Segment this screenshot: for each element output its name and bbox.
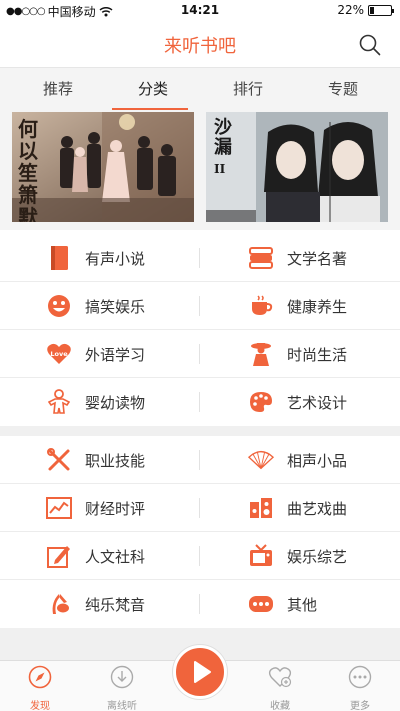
category-row: 职业技能 相声小品 — [0, 436, 400, 484]
category-art[interactable]: 艺术设计 — [200, 378, 400, 426]
tv-icon — [248, 543, 274, 569]
category-crosstalk[interactable]: 相声小品 — [200, 436, 400, 484]
nav-label: 更多 — [350, 701, 370, 711]
tools-icon — [46, 447, 72, 473]
category-label: 财经时评 — [85, 499, 146, 518]
category-label: 人文社科 — [85, 547, 146, 566]
tab-bar: 推荐 分类 排行 专题 — [0, 68, 400, 110]
category-label: 职业技能 — [85, 451, 146, 470]
category-career[interactable]: 职业技能 — [0, 436, 200, 484]
tab-recommend[interactable]: 推荐 — [8, 68, 108, 110]
download-icon — [110, 665, 134, 689]
poster-right-title: 沙漏 II — [214, 118, 242, 179]
category-row: 财经时评 曲艺戏曲 — [0, 484, 400, 532]
poster-right-title-sub: II — [214, 162, 226, 176]
category-health[interactable]: 健康养生 — [200, 282, 400, 330]
category-row: 婴幼读物 艺术设计 — [0, 378, 400, 426]
category-finance[interactable]: 财经时评 — [0, 484, 200, 532]
category-kids[interactable]: 婴幼读物 — [0, 378, 200, 426]
nav-label: 发现 — [30, 701, 50, 711]
battery-percent: 22% — [337, 3, 364, 17]
category-label: 外语学习 — [85, 345, 146, 364]
category-label: 有声小说 — [85, 249, 146, 268]
banner: 何以笙箫默 沙漏 II — [0, 110, 400, 230]
chart-icon — [46, 495, 72, 521]
category-label: 曲艺戏曲 — [287, 499, 348, 518]
category-audio-novel[interactable]: 有声小说 — [0, 234, 200, 282]
tab-topics[interactable]: 专题 — [293, 68, 393, 110]
poster-left-title: 何以笙箫默 — [18, 117, 38, 222]
heart-plus-icon — [268, 667, 292, 688]
category-label: 搞笑娱乐 — [85, 297, 146, 316]
category-grid-1: 有声小说 文学名著 搞笑娱乐 健康养生 Love 外语学习 时尚生活 婴幼读物 … — [0, 234, 400, 426]
nav-offline[interactable]: 离线听 — [92, 665, 152, 711]
category-row: Love 外语学习 时尚生活 — [0, 330, 400, 378]
play-button[interactable] — [173, 645, 227, 699]
category-label: 健康养生 — [287, 297, 348, 316]
poster-right-title-main: 沙漏 — [214, 117, 232, 158]
nav-label: 离线听 — [107, 701, 137, 711]
tab-category[interactable]: 分类 — [103, 68, 203, 110]
nav-more[interactable]: 更多 — [330, 665, 390, 711]
section-gap — [0, 426, 400, 436]
banner-poster-left[interactable]: 何以笙箫默 — [12, 112, 194, 222]
category-row: 人文社科 娱乐综艺 — [0, 532, 400, 580]
status-bar: ●●○○○ 中国移动 14:21 22% — [0, 0, 400, 20]
smiley-icon — [46, 293, 72, 319]
category-label: 文学名著 — [287, 249, 348, 268]
tab-ranking[interactable]: 排行 — [198, 68, 298, 110]
search-icon[interactable] — [358, 33, 382, 57]
category-label: 婴幼读物 — [85, 393, 146, 412]
category-other[interactable]: 其他 — [200, 580, 400, 628]
category-comedy[interactable]: 搞笑娱乐 — [0, 282, 200, 330]
books-stack-icon — [248, 245, 274, 271]
nav-bar: 来听书吧 — [0, 20, 400, 68]
category-grid-2: 职业技能 相声小品 财经时评 曲艺戏曲 人文社科 娱乐综艺 纯乐梵音 其他 — [0, 436, 400, 628]
book-icon — [46, 245, 72, 271]
category-label: 纯乐梵音 — [85, 595, 146, 614]
nav-discover[interactable]: 发现 — [10, 665, 70, 711]
category-label: 相声小品 — [287, 451, 348, 470]
page-title: 来听书吧 — [164, 36, 236, 57]
category-opera[interactable]: 曲艺戏曲 — [200, 484, 400, 532]
battery-icon — [368, 4, 394, 16]
love-heart-icon: Love — [46, 341, 72, 367]
category-label: 艺术设计 — [287, 393, 348, 412]
speaker-icon — [248, 495, 274, 521]
palette-icon — [248, 389, 274, 415]
category-variety[interactable]: 娱乐综艺 — [200, 532, 400, 580]
tea-cup-icon — [248, 293, 274, 319]
status-right: 22% — [337, 3, 394, 17]
category-row: 纯乐梵音 其他 — [0, 580, 400, 628]
more-icon — [348, 665, 372, 689]
more-dots-icon — [248, 591, 274, 617]
category-row: 有声小说 文学名著 — [0, 234, 400, 282]
fan-icon — [248, 447, 274, 473]
pen-icon — [46, 543, 72, 569]
category-humanities[interactable]: 人文社科 — [0, 532, 200, 580]
gingerbread-icon — [46, 389, 72, 415]
banner-poster-right[interactable]: 沙漏 II — [206, 112, 388, 222]
category-label: 娱乐综艺 — [287, 547, 348, 566]
category-music[interactable]: 纯乐梵音 — [0, 580, 200, 628]
category-fashion[interactable]: 时尚生活 — [200, 330, 400, 378]
category-language[interactable]: Love 外语学习 — [0, 330, 200, 378]
category-row: 搞笑娱乐 健康养生 — [0, 282, 400, 330]
category-label: 时尚生活 — [287, 345, 348, 364]
play-icon — [194, 661, 211, 683]
nav-label: 收藏 — [270, 701, 290, 711]
battery-fill — [370, 6, 375, 14]
svg-text:Love: Love — [50, 350, 68, 358]
nav-favorites[interactable]: 收藏 — [250, 665, 310, 711]
compass-icon — [28, 665, 52, 689]
category-literature[interactable]: 文学名著 — [200, 234, 400, 282]
music-note-icon — [46, 591, 72, 617]
fashion-lady-icon — [248, 341, 274, 367]
category-label: 其他 — [287, 595, 318, 614]
